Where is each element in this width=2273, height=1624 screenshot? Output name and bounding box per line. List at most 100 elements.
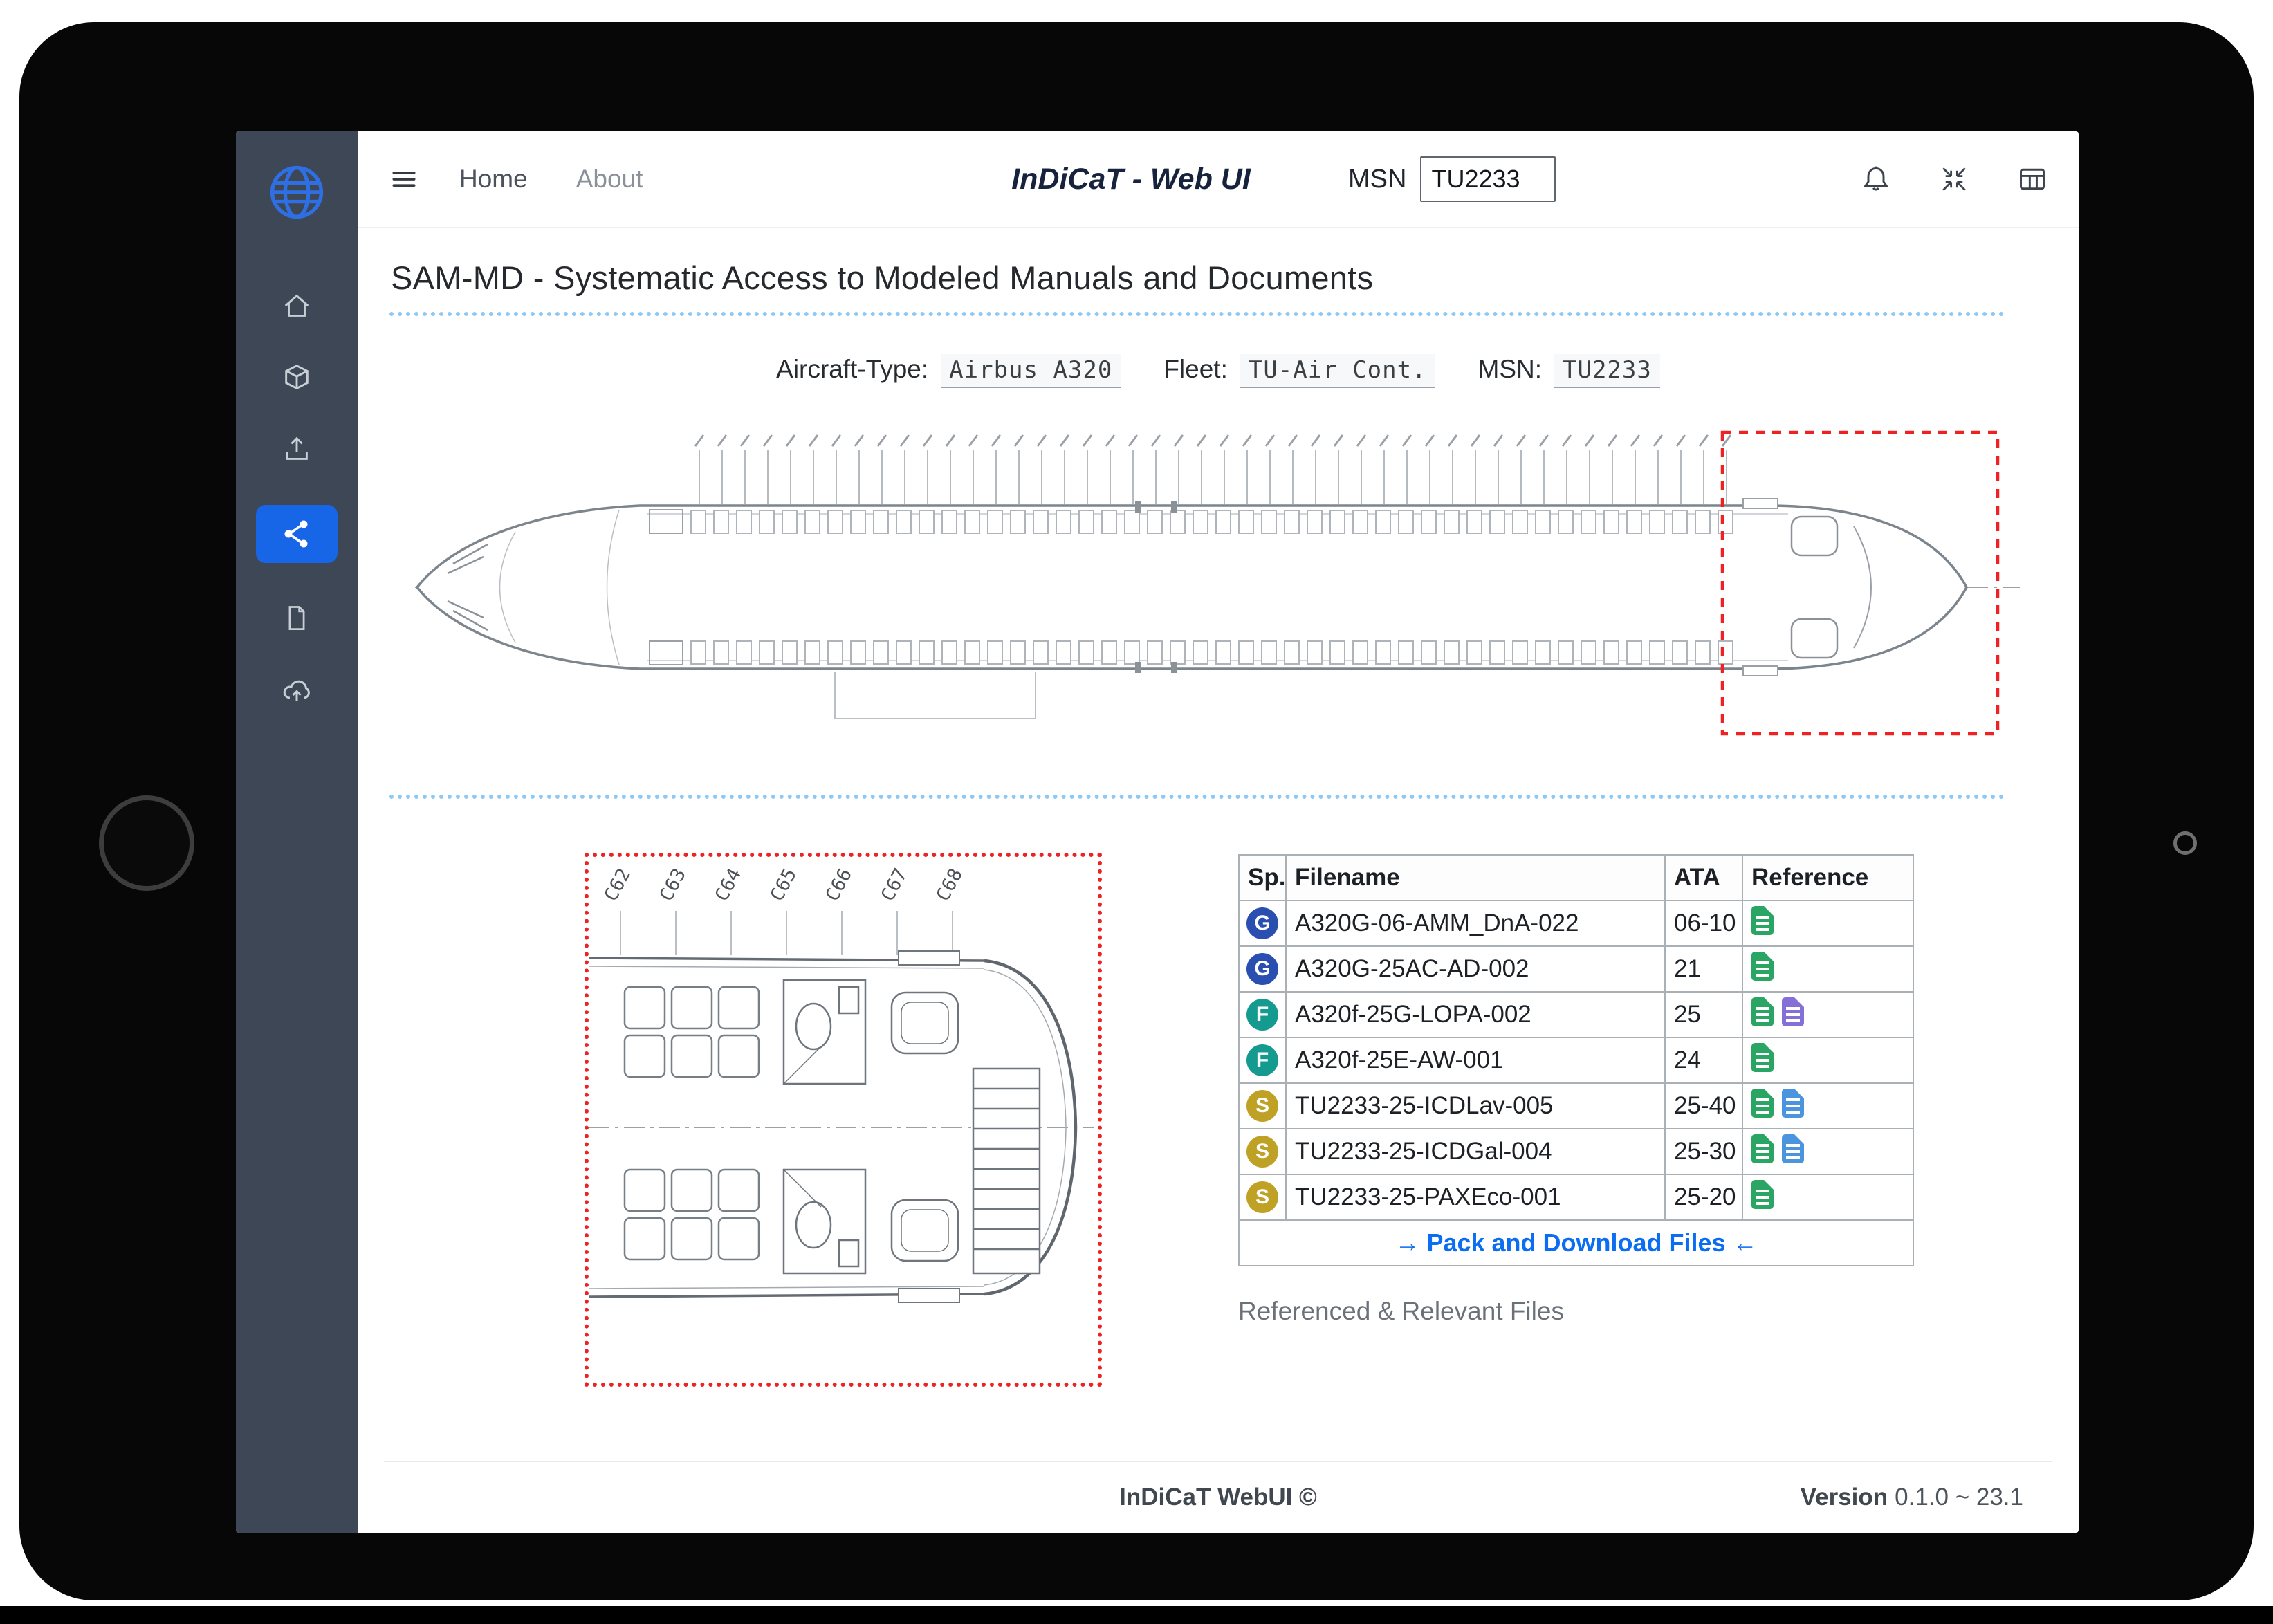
green-document-icon[interactable] — [1751, 906, 1774, 935]
tablet-frame: Home About InDiCaT - Web UI MSN — [19, 22, 2254, 1600]
header-filename: Filename — [1286, 855, 1665, 901]
blue-document-icon[interactable] — [1782, 1134, 1804, 1163]
footer-brand: InDiCaT WebUI © — [1119, 1484, 1317, 1511]
ata-cell: 21 — [1665, 946, 1742, 992]
menu-icon[interactable] — [389, 164, 419, 194]
green-document-icon[interactable] — [1751, 1134, 1774, 1163]
table-row[interactable]: G A320G-25AC-AD-002 21 — [1239, 946, 1913, 992]
purple-document-icon[interactable] — [1782, 997, 1804, 1026]
zoom-seats — [625, 987, 759, 1259]
table-row[interactable]: S TU2233-25-PAXEco-001 25-20 — [1239, 1174, 1913, 1220]
pack-download-link[interactable]: → Pack and Download Files ← — [1395, 1228, 1757, 1257]
filename-cell[interactable]: TU2233-25-ICDLav-005 — [1286, 1083, 1665, 1129]
compress-icon[interactable] — [1940, 165, 1969, 194]
fleet-label: Fleet: — [1163, 355, 1228, 384]
source-badge: S — [1246, 1181, 1278, 1213]
sidebar-item-sam-md-active[interactable] — [256, 505, 338, 563]
zoom-aft-galley — [973, 1069, 1040, 1273]
navbar-icons — [1861, 164, 2047, 194]
sidebar-item-home[interactable] — [280, 289, 313, 322]
ata-cell: 25 — [1665, 992, 1742, 1037]
section-label: C62 — [600, 865, 635, 905]
nav-links: Home About — [459, 165, 643, 194]
share-nodes-icon — [280, 517, 313, 551]
table-action-row: → Pack and Download Files ← — [1239, 1220, 1913, 1266]
bell-icon[interactable] — [1861, 164, 1891, 194]
table-row[interactable]: S TU2233-25-ICDLav-005 25-40 — [1239, 1083, 1913, 1129]
header-sp: Sp. — [1239, 855, 1286, 901]
page-title: SAM-MD - Systematic Access to Modeled Ma… — [391, 259, 2052, 297]
filename-cell[interactable]: TU2233-25-PAXEco-001 — [1286, 1174, 1665, 1220]
source-badge: S — [1246, 1090, 1278, 1122]
table-row[interactable]: F A320f-25E-AW-001 24 — [1239, 1037, 1913, 1083]
green-document-icon[interactable] — [1751, 1180, 1774, 1209]
row-callout-ticks — [688, 432, 1738, 504]
filename-cell[interactable]: A320f-25E-AW-001 — [1286, 1037, 1665, 1083]
sidebar-item-cloud-upload[interactable] — [280, 674, 313, 707]
section-label: C66 — [822, 865, 856, 905]
seat-rows-right — [688, 638, 1738, 666]
app-title: InDiCaT - Web UI — [1011, 163, 1251, 196]
source-badge: F — [1246, 999, 1278, 1031]
page-content: SAM-MD - Systematic Access to Modeled Ma… — [358, 228, 2079, 1533]
header-ata: ATA — [1665, 855, 1742, 901]
top-navbar: Home About InDiCaT - Web UI MSN — [358, 131, 2079, 228]
source-badge: S — [1246, 1136, 1278, 1168]
filename-cell[interactable]: A320G-06-AMM_DnA-022 — [1286, 901, 1665, 946]
ata-cell: 25-20 — [1665, 1174, 1742, 1220]
fleet-value[interactable]: TU-Air Cont. — [1240, 354, 1435, 388]
green-document-icon[interactable] — [1751, 1043, 1774, 1072]
table-row[interactable]: G A320G-06-AMM_DnA-022 06-10 — [1239, 901, 1913, 946]
wingbox-bracket — [835, 672, 1036, 719]
section-label: C63 — [656, 865, 690, 905]
green-document-icon[interactable] — [1751, 952, 1774, 981]
aircraft-cabin-diagram[interactable] — [412, 428, 2025, 753]
nav-link-home[interactable]: Home — [459, 165, 528, 194]
nav-link-about[interactable]: About — [576, 165, 643, 194]
tablet-camera-dot — [2173, 831, 2197, 855]
dotted-separator-bottom — [389, 795, 2005, 799]
seat-rows-left — [688, 508, 1738, 536]
app-logo-icon[interactable] — [261, 156, 333, 228]
sidebar-item-upload[interactable] — [280, 433, 313, 466]
green-document-icon[interactable] — [1751, 997, 1774, 1026]
sidebar — [236, 131, 358, 1533]
table-row[interactable]: S TU2233-25-ICDGal-004 25-30 — [1239, 1129, 1913, 1174]
ata-cell: 25-40 — [1665, 1083, 1742, 1129]
tablet-home-button[interactable] — [99, 795, 194, 891]
files-panel: Sp. Filename ATA Reference G — [1238, 854, 1915, 1326]
green-document-icon[interactable] — [1751, 1089, 1774, 1118]
section-label: C68 — [932, 865, 967, 905]
tail-section-zoom[interactable]: C62 C63 C64 C65 C66 C67 C68 — [585, 853, 1102, 1387]
table-row[interactable]: F A320f-25G-LOPA-002 25 — [1239, 992, 1913, 1037]
sidebar-item-models[interactable] — [280, 361, 313, 394]
msn-group: MSN — [1348, 156, 1556, 202]
files-table: Sp. Filename ATA Reference G — [1238, 854, 1914, 1266]
detail-row: C62 C63 C64 C65 C66 C67 C68 — [384, 832, 2052, 1442]
footer-version: Version0.1.0 ~ 23.1 — [1801, 1484, 2023, 1511]
grid-icon[interactable] — [2017, 164, 2047, 194]
msn-meta-label: MSN: — [1478, 355, 1543, 384]
ata-cell: 25-30 — [1665, 1129, 1742, 1174]
msn-meta-value[interactable]: TU2233 — [1554, 354, 1660, 388]
bottom-black-bar — [0, 1606, 2273, 1624]
filename-cell[interactable]: A320G-25AC-AD-002 — [1286, 946, 1665, 992]
section-label: C65 — [766, 865, 801, 905]
ata-cell: 06-10 — [1665, 901, 1742, 946]
filename-cell[interactable]: TU2233-25-ICDGal-004 — [1286, 1129, 1665, 1174]
source-badge: F — [1246, 1044, 1278, 1076]
blue-document-icon[interactable] — [1782, 1089, 1804, 1118]
msn-label: MSN — [1348, 165, 1406, 194]
page-background: Home About InDiCaT - Web UI MSN — [0, 0, 2273, 1624]
aircraft-type-label: Aircraft-Type: — [776, 355, 928, 384]
msn-input[interactable] — [1420, 156, 1556, 202]
ata-cell: 24 — [1665, 1037, 1742, 1083]
main-area: Home About InDiCaT - Web UI MSN — [358, 131, 2079, 1533]
app-screen: Home About InDiCaT - Web UI MSN — [236, 131, 2079, 1533]
dotted-separator-top — [389, 312, 2005, 316]
sidebar-nav — [256, 289, 338, 707]
aircraft-type-value[interactable]: Airbus A320 — [941, 354, 1121, 388]
section-label: C67 — [877, 865, 912, 905]
filename-cell[interactable]: A320f-25G-LOPA-002 — [1286, 992, 1665, 1037]
sidebar-item-documents[interactable] — [280, 602, 313, 635]
